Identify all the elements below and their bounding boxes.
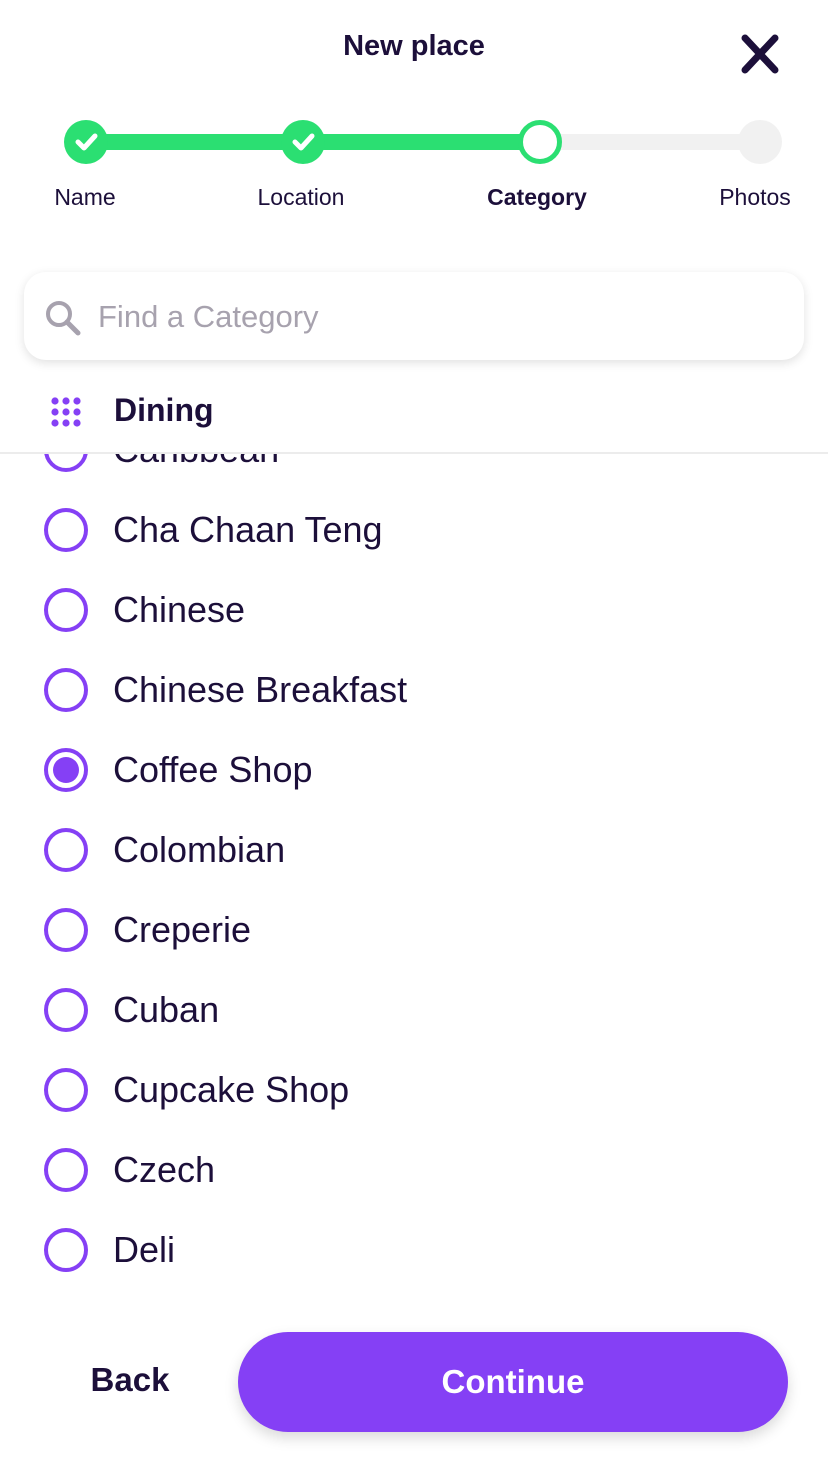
category-group-header: Dining bbox=[0, 380, 828, 454]
step-name-node bbox=[64, 120, 108, 164]
category-option[interactable]: Creperie bbox=[0, 890, 828, 970]
back-button[interactable]: Back bbox=[60, 1356, 200, 1404]
category-option-label: Deli bbox=[113, 1229, 176, 1270]
category-option[interactable]: Chinese bbox=[0, 570, 828, 650]
radio-unchecked-icon[interactable] bbox=[44, 508, 88, 552]
step-label-location: Location bbox=[257, 184, 345, 210]
category-option[interactable]: Cha Chaan Teng bbox=[0, 490, 828, 570]
radio-unchecked-icon[interactable] bbox=[44, 1068, 88, 1112]
continue-button[interactable]: Continue bbox=[238, 1332, 788, 1432]
category-option[interactable]: Chinese Breakfast bbox=[0, 650, 828, 730]
check-icon bbox=[292, 133, 315, 151]
category-option-label: Cupcake Shop bbox=[113, 1069, 350, 1110]
category-option-label: Colombian bbox=[113, 829, 286, 870]
search-box bbox=[24, 272, 804, 362]
step-label-name: Name bbox=[54, 184, 116, 210]
category-search-input[interactable] bbox=[96, 272, 790, 362]
category-option-label: Cuban bbox=[113, 989, 220, 1030]
step-location-node bbox=[281, 120, 325, 164]
radio-unchecked-icon[interactable] bbox=[44, 908, 88, 952]
close-button[interactable] bbox=[738, 34, 782, 74]
category-option-label: Czech bbox=[113, 1149, 216, 1190]
category-option[interactable]: Coffee Shop bbox=[0, 730, 828, 810]
category-option-label: Chinese bbox=[113, 589, 246, 630]
category-option[interactable]: Cuban bbox=[0, 970, 828, 1050]
close-icon bbox=[741, 34, 779, 74]
search-icon bbox=[46, 301, 81, 336]
step-category-node bbox=[518, 120, 562, 164]
radio-unchecked-icon[interactable] bbox=[44, 668, 88, 712]
step-label-photos: Photos bbox=[719, 184, 791, 210]
category-option-label: Creperie bbox=[113, 909, 252, 950]
category-option-label: Chinese Breakfast bbox=[113, 669, 408, 710]
category-option[interactable]: Deli bbox=[0, 1210, 828, 1288]
radio-unchecked-icon[interactable] bbox=[44, 1148, 88, 1192]
radio-unchecked-icon[interactable] bbox=[44, 1228, 88, 1272]
category-option[interactable]: Colombian bbox=[0, 810, 828, 890]
check-icon bbox=[75, 133, 98, 151]
radio-checked-icon[interactable] bbox=[44, 748, 88, 792]
category-option[interactable]: Czech bbox=[0, 1130, 828, 1210]
category-list[interactable]: CaribbeanCha Chaan TengChineseChinese Br… bbox=[0, 408, 828, 1288]
radio-unchecked-icon[interactable] bbox=[44, 828, 88, 872]
category-option-label: Coffee Shop bbox=[113, 749, 313, 790]
grid-icon bbox=[51, 397, 81, 427]
step-label-category: Category bbox=[487, 184, 587, 210]
category-option[interactable]: Cupcake Shop bbox=[0, 1050, 828, 1130]
category-option-label: Cha Chaan Teng bbox=[113, 509, 383, 550]
group-label: Dining bbox=[114, 392, 214, 428]
radio-unchecked-icon[interactable] bbox=[44, 988, 88, 1032]
progress-track-remaining bbox=[540, 134, 760, 150]
radio-unchecked-icon[interactable] bbox=[44, 588, 88, 632]
page-title: New place bbox=[343, 30, 485, 62]
step-photos-node bbox=[738, 120, 782, 164]
